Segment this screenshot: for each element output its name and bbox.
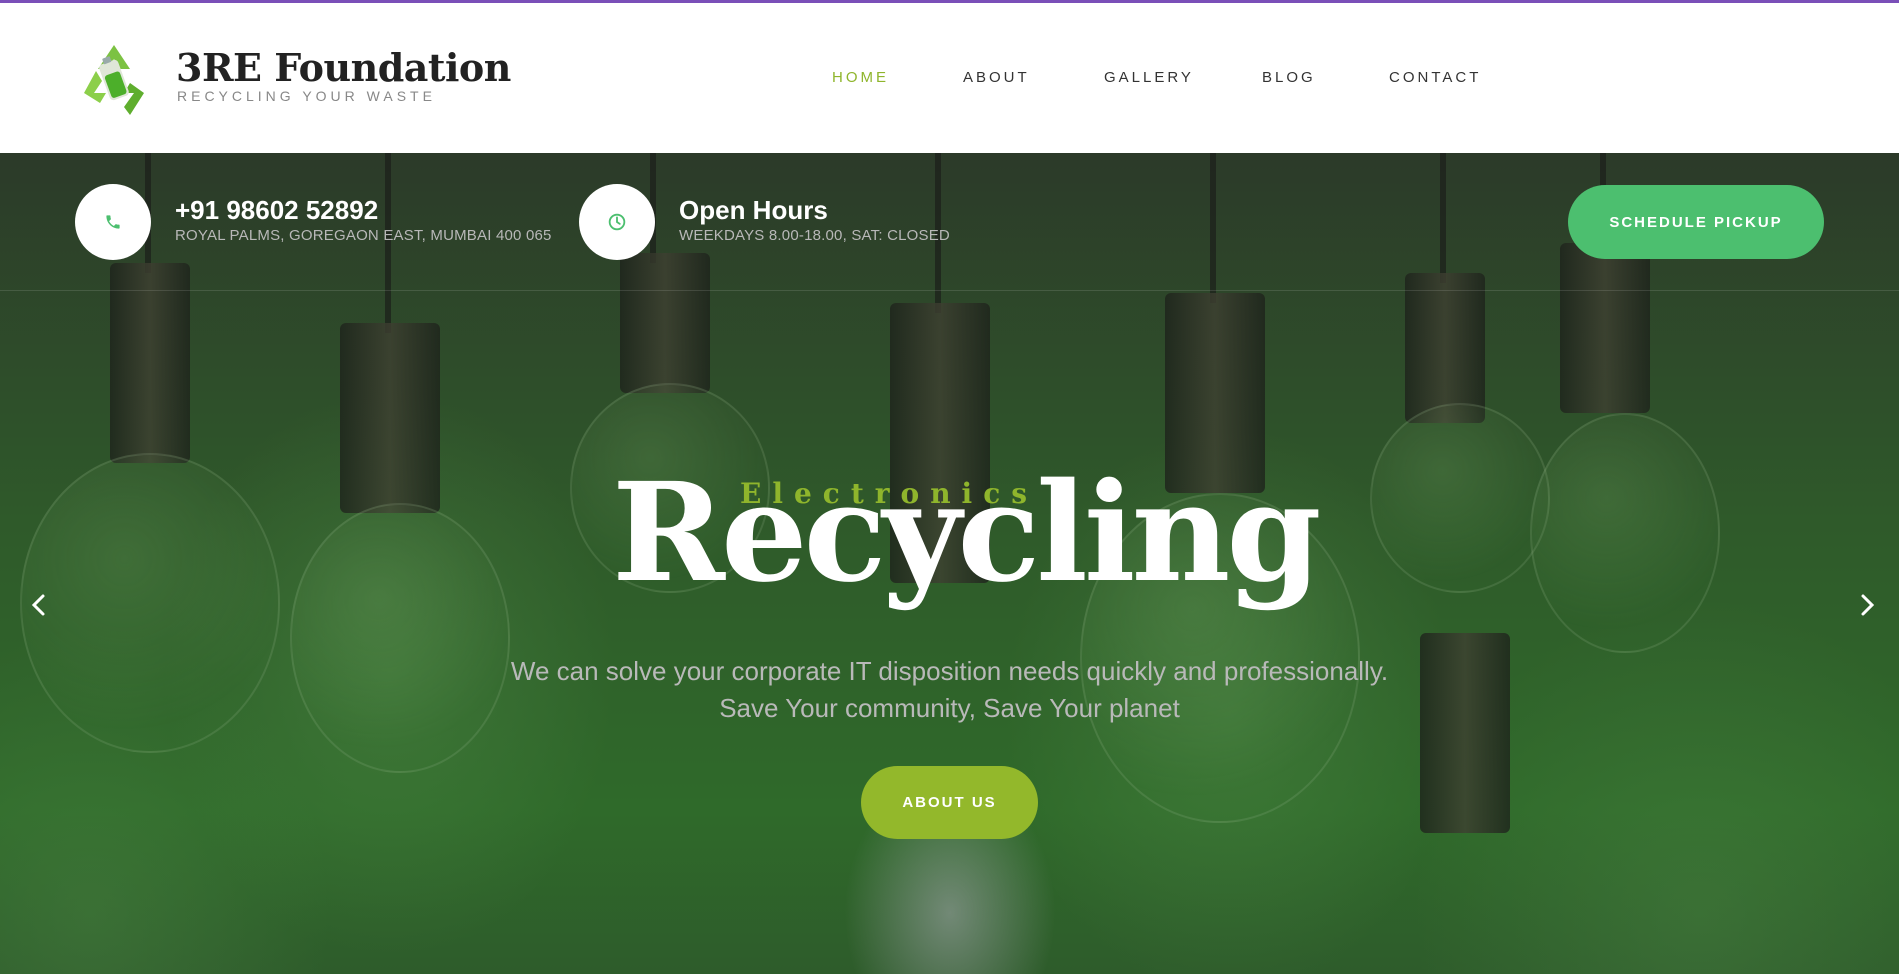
nav-item-about[interactable]: ABOUT: [963, 70, 1030, 85]
schedule-pickup-button[interactable]: SCHEDULE PICKUP: [1568, 185, 1824, 259]
phone-icon: [75, 184, 151, 260]
hero-kicker: Electronics: [740, 477, 1039, 510]
chevron-right-icon[interactable]: [1852, 587, 1882, 623]
clock-icon: [579, 184, 655, 260]
hero-description-line-1: We can solve your corporate IT dispositi…: [510, 656, 1389, 686]
info-bar: +91 98602 52892 ROYAL PALMS, GOREGAON EA…: [0, 153, 1899, 291]
open-hours-detail: WEEKDAYS 8.00-18.00, SAT: CLOSED: [679, 227, 950, 244]
open-hours-title: Open Hours: [679, 195, 828, 225]
nav-item-home[interactable]: HOME: [832, 70, 889, 85]
nav-item-blog[interactable]: BLOG: [1262, 70, 1316, 85]
main-nav: HOME ABOUT GALLERY BLOG CONTACT: [0, 3, 1899, 153]
address-text: ROYAL PALMS, GOREGAON EAST, MUMBAI 400 0…: [175, 227, 552, 244]
nav-item-gallery[interactable]: GALLERY: [1104, 70, 1194, 85]
chevron-left-icon[interactable]: [24, 587, 54, 623]
site-header: 3RE Foundation RECYCLING YOUR WASTE HOME…: [0, 3, 1899, 153]
hero-slider: +91 98602 52892 ROYAL PALMS, GOREGAON EA…: [0, 153, 1899, 974]
phone-number[interactable]: +91 98602 52892: [175, 197, 378, 223]
nav-item-contact[interactable]: CONTACT: [1389, 70, 1481, 85]
hero-description-line-2: Save Your community, Save Your planet: [719, 693, 1180, 723]
about-us-button[interactable]: ABOUT US: [861, 766, 1038, 839]
